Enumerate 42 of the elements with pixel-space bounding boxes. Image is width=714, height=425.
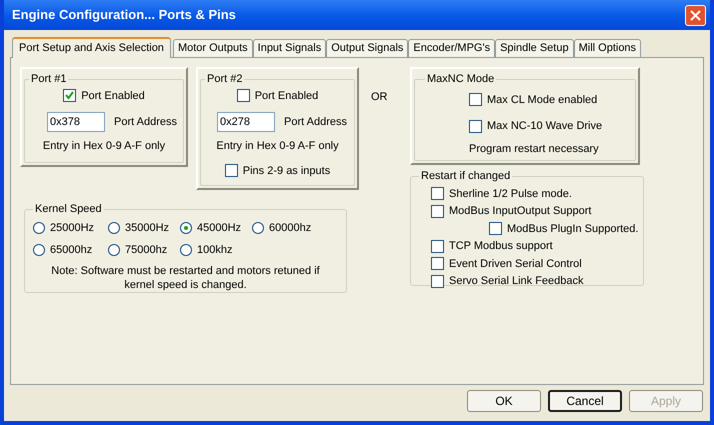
hint-text: Entry in Hex 0-9 A-F only <box>42 139 166 154</box>
checkbox-label: Max NC-10 Wave Drive <box>487 119 602 134</box>
window-title: Engine Configuration... Ports & Pins <box>12 6 236 24</box>
address-field[interactable]: 0x378 <box>47 112 105 132</box>
hint-text: Entry in Hex 0-9 A-F only <box>216 139 339 154</box>
radio-label: 75000hz <box>125 243 168 258</box>
checkbox-label: ModBus PlugIn Supported. <box>507 222 638 236</box>
radio-label: 35000Hz <box>125 220 170 236</box>
note-text: Note: Software must be restarted and motors retuned if kernel speed is changed. <box>50 264 321 292</box>
radio-label: 25000Hz <box>50 220 94 236</box>
tab[interactable]: Encoder/MPG's <box>408 39 496 57</box>
radio-label: 100khz <box>197 243 232 258</box>
radio-label: 45000Hz <box>197 220 242 236</box>
group-label: Kernel Speed <box>34 202 103 217</box>
dialog-button[interactable]: Cancel <box>548 390 622 412</box>
dialog-button[interactable]: OK <box>467 390 541 412</box>
address-field[interactable]: 0x278 <box>217 112 275 132</box>
checkbox-label: Servo Serial Link Feedback <box>449 274 584 289</box>
group-label: Port #2 <box>206 72 244 87</box>
checkbox-label: Port Enabled <box>254 88 318 104</box>
tab[interactable]: Input Signals <box>252 39 326 57</box>
field-label: Port Address <box>114 114 177 130</box>
checkbox-label: Port Enabled <box>81 88 145 104</box>
group-label: MaxNC Mode <box>426 72 496 87</box>
tab[interactable]: Motor Outputs <box>172 39 253 57</box>
tab[interactable]: Port Setup and Axis Selection <box>12 37 171 58</box>
checkbox-label: ModBus InputOutput Support <box>449 204 592 219</box>
checkbox-label: Event Driven Serial Control <box>449 256 582 272</box>
field-label: Port Address <box>284 114 347 130</box>
group-label: Restart if changed <box>420 169 512 184</box>
tab[interactable]: Output Signals <box>326 39 408 57</box>
checkbox-label: Sherline 1/2 Pulse mode. <box>449 186 572 202</box>
group-label: Port #1 <box>30 72 68 87</box>
checkbox-label: Pins 2-9 as inputs <box>242 164 330 178</box>
tab[interactable]: Spindle Setup <box>495 39 574 57</box>
checkbox-label: TCP Modbus support <box>449 239 553 254</box>
radio-label: 65000hz <box>50 243 92 258</box>
tab[interactable]: Mill Options <box>574 39 642 57</box>
checkbox-label: Max CL Mode enabled <box>487 92 598 108</box>
or-label: OR <box>371 90 388 105</box>
note-text: Program restart necessary <box>469 142 600 156</box>
radio-label: 60000hz <box>269 220 312 236</box>
